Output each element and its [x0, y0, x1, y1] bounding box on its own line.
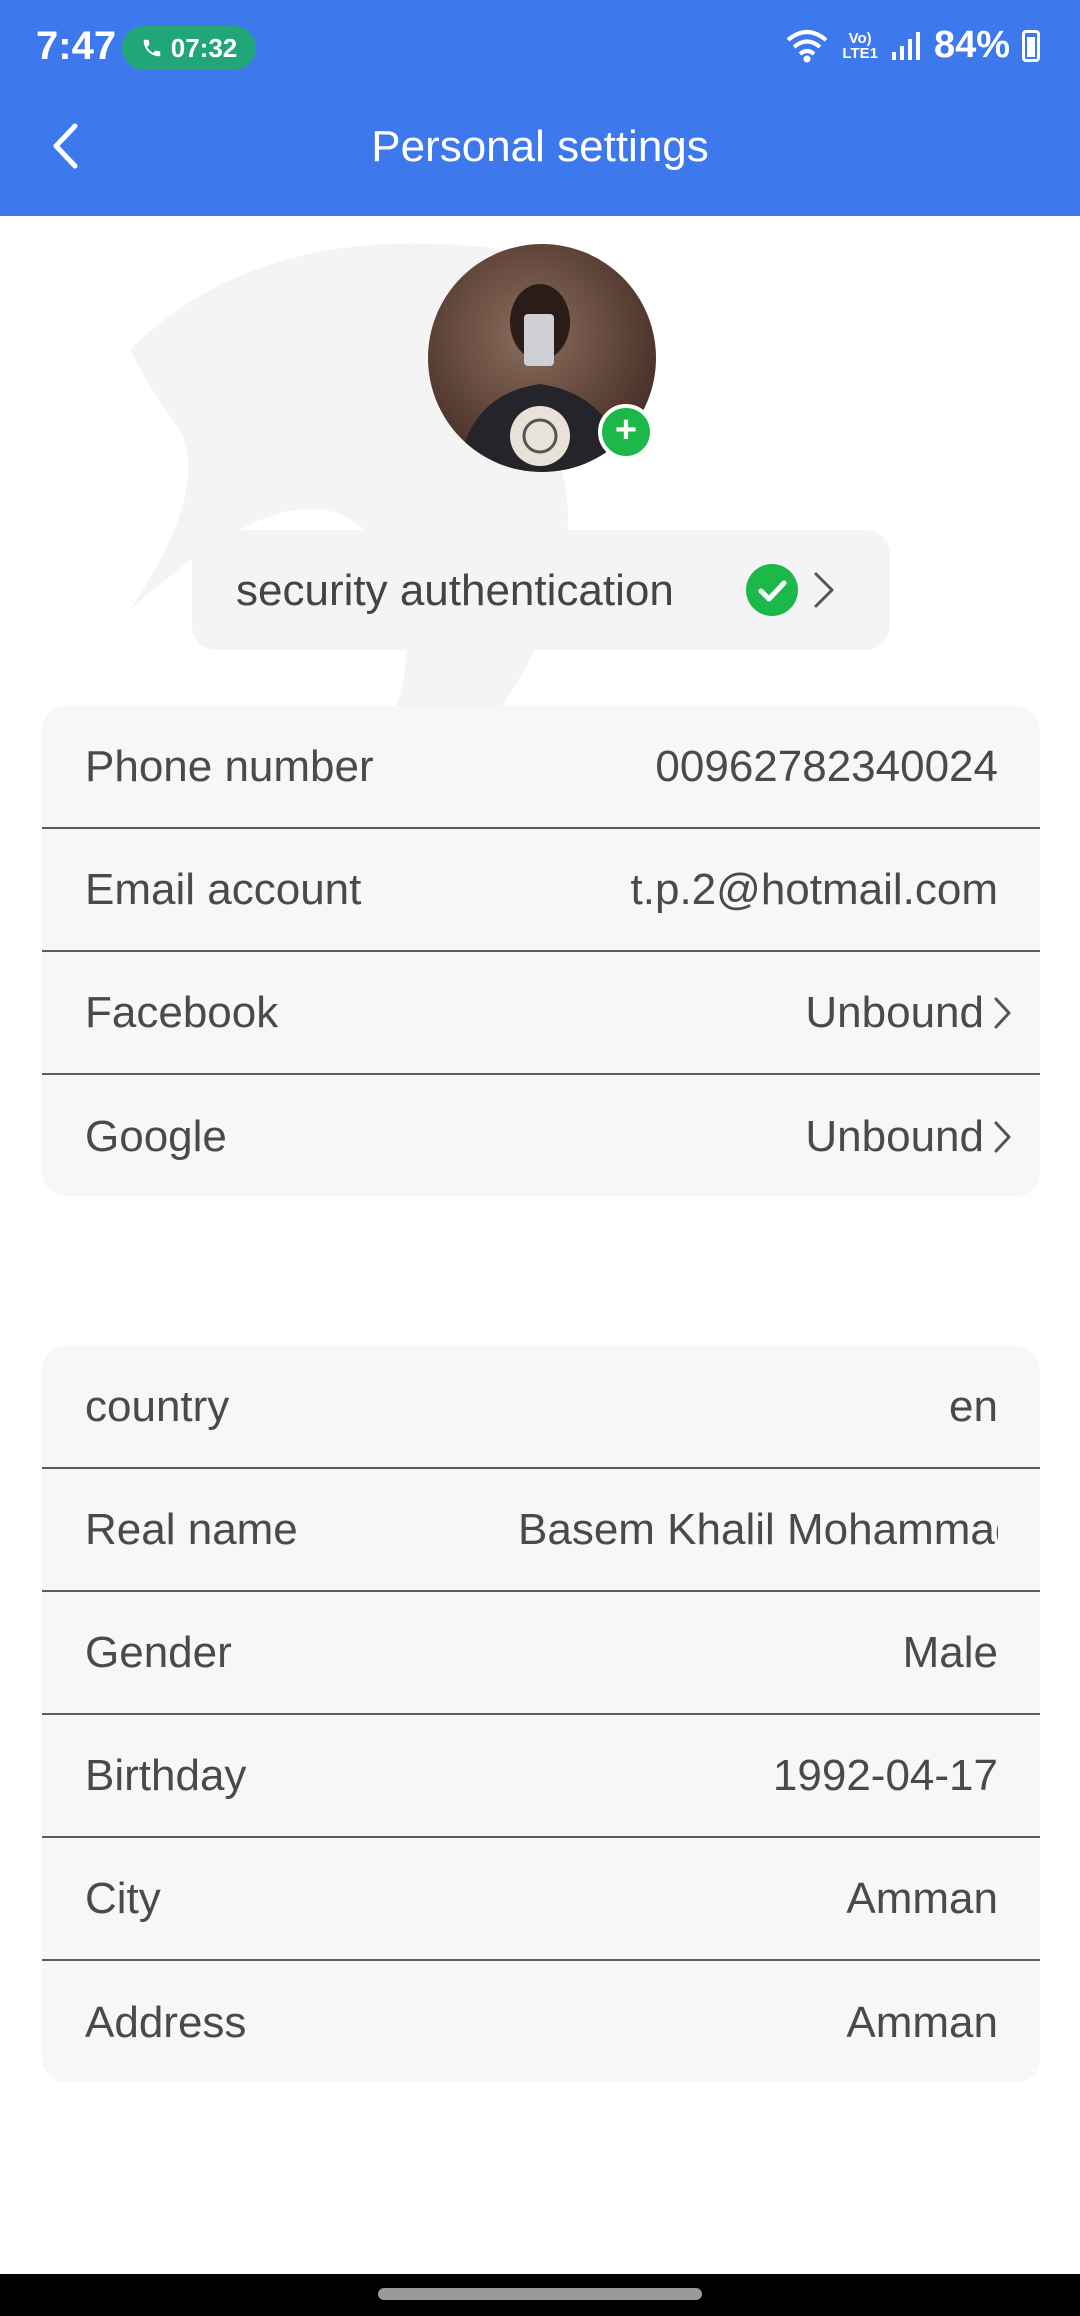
battery-percent: 84% — [933, 24, 1010, 66]
email-account-value: t.p.2@hotmail.com — [630, 864, 998, 914]
status-bar: 7:47 07:32 Vo) LTE1 84% — [0, 0, 1080, 96]
google-row[interactable]: Google Unbound — [42, 1075, 1040, 1196]
add-avatar-button[interactable]: + — [598, 404, 654, 460]
call-timer: 07:32 — [170, 32, 238, 63]
city-value: Amman — [846, 1873, 998, 1923]
wifi-icon — [787, 29, 828, 62]
birthday-value: 1992-04-17 — [772, 1750, 998, 1800]
email-account-row: Email account t.p.2@hotmail.com — [42, 829, 1040, 952]
chevron-right-icon — [812, 566, 838, 619]
row-label: Gender — [85, 1627, 232, 1677]
ongoing-call-pill[interactable]: 07:32 — [122, 26, 256, 70]
status-time: 7:47 — [36, 24, 117, 68]
country-value: en — [949, 1381, 998, 1431]
address-row[interactable]: Address Amman — [42, 1961, 1040, 2082]
battery-icon — [1022, 29, 1040, 62]
row-label: Real name — [85, 1504, 298, 1554]
row-label: Facebook — [85, 987, 279, 1037]
account-card: Phone number 00962782340024 Email accoun… — [42, 706, 1040, 1196]
row-label: Birthday — [85, 1750, 247, 1800]
page-title: Personal settings — [371, 122, 709, 171]
birthday-row[interactable]: Birthday 1992-04-17 — [42, 1715, 1040, 1838]
row-label: Google — [85, 1111, 227, 1161]
chevron-right-icon — [994, 1121, 1011, 1152]
phone-number-value: 00962782340024 — [655, 741, 998, 791]
facebook-row[interactable]: Facebook Unbound — [42, 952, 1040, 1075]
signal-icon — [891, 31, 920, 60]
security-authentication-label: security authentication — [236, 566, 674, 615]
gender-row[interactable]: Gender Male — [42, 1592, 1040, 1715]
phone-icon — [143, 39, 160, 57]
address-value: Amman — [846, 1997, 998, 2047]
phone-number-row: Phone number 00962782340024 — [42, 706, 1040, 829]
row-label: country — [85, 1381, 230, 1431]
profile-card: country en Real name Basem Khalil Mohamm… — [42, 1346, 1040, 2082]
security-authentication-row[interactable]: security authentication — [192, 530, 890, 650]
google-status-value: Unbound — [805, 1111, 984, 1161]
facebook-status-value: Unbound — [805, 987, 984, 1037]
home-gesture-handle[interactable] — [378, 2288, 702, 2300]
real-name-row[interactable]: Real name Basem Khalil Mohammad — [42, 1469, 1040, 1592]
row-label: City — [85, 1873, 161, 1923]
volte-indicator: Vo) LTE1 — [842, 29, 878, 62]
country-row[interactable]: country en — [42, 1346, 1040, 1469]
chevron-right-icon — [994, 997, 1011, 1028]
gender-value: Male — [902, 1627, 998, 1677]
city-row[interactable]: City Amman — [42, 1838, 1040, 1961]
real-name-value: Basem Khalil Mohammad — [518, 1504, 998, 1554]
system-nav-bar — [0, 2274, 1080, 2316]
row-label: Address — [85, 1997, 247, 2047]
row-label: Phone number — [85, 741, 374, 791]
verified-check-icon — [746, 564, 798, 616]
row-label: Email account — [85, 864, 362, 914]
app-header: 7:47 07:32 Vo) LTE1 84% Personal setting… — [0, 0, 1080, 216]
